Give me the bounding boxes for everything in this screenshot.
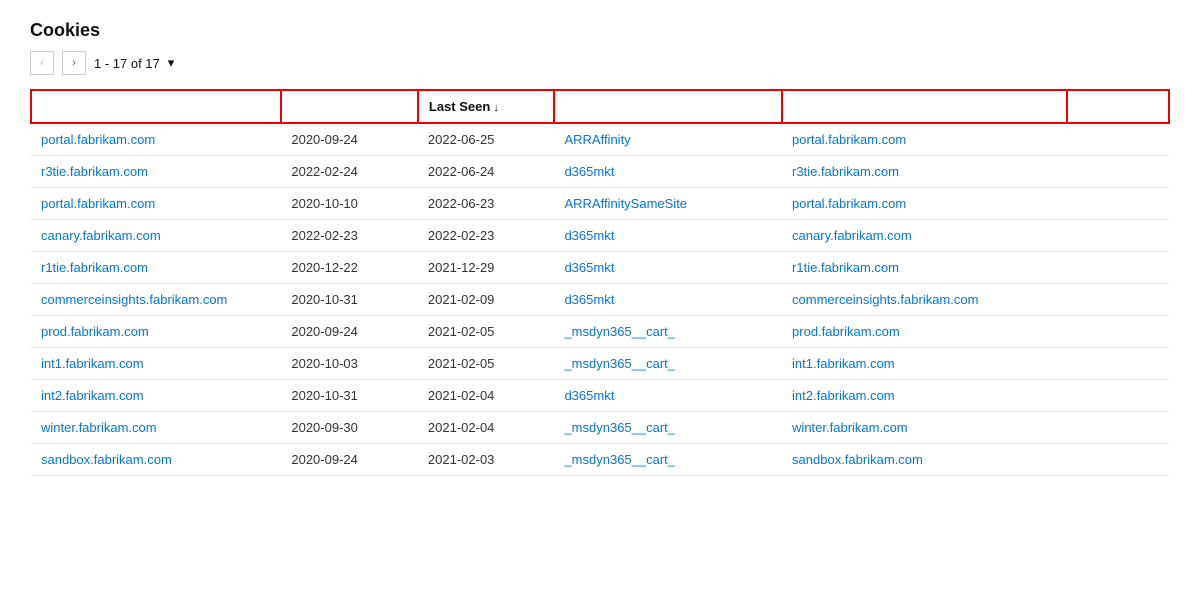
col-header-hostname[interactable] [31, 90, 281, 123]
next-page-button[interactable]: › [62, 51, 86, 75]
cell-name[interactable]: d365mkt [554, 252, 782, 284]
cell-name[interactable]: _msdyn365__cart_ [554, 444, 782, 476]
cell-hostname[interactable]: canary.fabrikam.com [31, 220, 281, 252]
cell-tags [1067, 412, 1169, 444]
cell-tags [1067, 380, 1169, 412]
table-row: sandbox.fabrikam.com2020-09-242021-02-03… [31, 444, 1169, 476]
cell-tags [1067, 123, 1169, 156]
cell-last-seen: 2021-02-04 [418, 412, 555, 444]
prev-page-button[interactable]: ‹ [30, 51, 54, 75]
cell-tags [1067, 284, 1169, 316]
cell-last-seen: 2022-06-24 [418, 156, 555, 188]
cell-first-seen: 2020-09-24 [281, 123, 418, 156]
cell-hostname[interactable]: winter.fabrikam.com [31, 412, 281, 444]
cell-domain[interactable]: commerceinsights.fabrikam.com [782, 284, 1067, 316]
cell-domain[interactable]: sandbox.fabrikam.com [782, 444, 1067, 476]
cell-first-seen: 2022-02-23 [281, 220, 418, 252]
cell-name[interactable]: ARRAffinitySameSite [554, 188, 782, 220]
cell-tags [1067, 188, 1169, 220]
cell-domain[interactable]: r3tie.fabrikam.com [782, 156, 1067, 188]
table-row: portal.fabrikam.com2020-09-242022-06-25A… [31, 123, 1169, 156]
cell-hostname[interactable]: prod.fabrikam.com [31, 316, 281, 348]
cell-last-seen: 2021-02-05 [418, 348, 555, 380]
cell-last-seen: 2022-02-23 [418, 220, 555, 252]
pagination-dropdown[interactable]: ▾ [168, 55, 175, 71]
cell-tags [1067, 316, 1169, 348]
cell-last-seen: 2021-02-05 [418, 316, 555, 348]
cell-hostname[interactable]: int2.fabrikam.com [31, 380, 281, 412]
cell-last-seen: 2021-02-09 [418, 284, 555, 316]
cell-domain[interactable]: portal.fabrikam.com [782, 123, 1067, 156]
cell-name[interactable]: ARRAffinity [554, 123, 782, 156]
cell-domain[interactable]: canary.fabrikam.com [782, 220, 1067, 252]
cell-hostname[interactable]: portal.fabrikam.com [31, 123, 281, 156]
cell-domain[interactable]: int2.fabrikam.com [782, 380, 1067, 412]
table-row: winter.fabrikam.com2020-09-302021-02-04_… [31, 412, 1169, 444]
cell-first-seen: 2020-09-24 [281, 444, 418, 476]
cell-last-seen: 2021-12-29 [418, 252, 555, 284]
cell-domain[interactable]: prod.fabrikam.com [782, 316, 1067, 348]
cell-name[interactable]: d365mkt [554, 380, 782, 412]
cell-tags [1067, 252, 1169, 284]
pagination-count: 1 - 17 of 17 [94, 56, 160, 71]
cell-last-seen: 2021-02-04 [418, 380, 555, 412]
col-header-name[interactable] [554, 90, 782, 123]
table-row: canary.fabrikam.com2022-02-232022-02-23d… [31, 220, 1169, 252]
cell-first-seen: 2020-09-30 [281, 412, 418, 444]
cell-hostname[interactable]: r1tie.fabrikam.com [31, 252, 281, 284]
cell-hostname[interactable]: commerceinsights.fabrikam.com [31, 284, 281, 316]
cell-first-seen: 2022-02-24 [281, 156, 418, 188]
cell-name[interactable]: _msdyn365__cart_ [554, 412, 782, 444]
cell-domain[interactable]: int1.fabrikam.com [782, 348, 1067, 380]
cell-domain[interactable]: r1tie.fabrikam.com [782, 252, 1067, 284]
table-header-row: Last Seen↓ [31, 90, 1169, 123]
cell-first-seen: 2020-10-03 [281, 348, 418, 380]
pagination-bar: ‹ › 1 - 17 of 17 ▾ [30, 51, 1170, 75]
cell-first-seen: 2020-09-24 [281, 316, 418, 348]
sort-icon-last-seen: ↓ [493, 102, 499, 114]
cell-domain[interactable]: portal.fabrikam.com [782, 188, 1067, 220]
cell-first-seen: 2020-10-10 [281, 188, 418, 220]
cell-last-seen: 2022-06-25 [418, 123, 555, 156]
cell-name[interactable]: _msdyn365__cart_ [554, 316, 782, 348]
cell-first-seen: 2020-10-31 [281, 284, 418, 316]
cell-hostname[interactable]: portal.fabrikam.com [31, 188, 281, 220]
col-header-tags[interactable] [1067, 90, 1169, 123]
cell-tags [1067, 444, 1169, 476]
cell-first-seen: 2020-12-22 [281, 252, 418, 284]
cell-last-seen: 2021-02-03 [418, 444, 555, 476]
table-row: r3tie.fabrikam.com2022-02-242022-06-24d3… [31, 156, 1169, 188]
cell-tags [1067, 348, 1169, 380]
table-row: r1tie.fabrikam.com2020-12-222021-12-29d3… [31, 252, 1169, 284]
cookies-table: Last Seen↓ portal.fabrikam.com2020-09-24… [30, 89, 1170, 476]
cell-last-seen: 2022-06-23 [418, 188, 555, 220]
cell-name[interactable]: d365mkt [554, 156, 782, 188]
cell-name[interactable]: d365mkt [554, 284, 782, 316]
table-row: prod.fabrikam.com2020-09-242021-02-05_ms… [31, 316, 1169, 348]
cell-name[interactable]: _msdyn365__cart_ [554, 348, 782, 380]
cell-hostname[interactable]: sandbox.fabrikam.com [31, 444, 281, 476]
col-header-domain[interactable] [782, 90, 1067, 123]
cell-hostname[interactable]: r3tie.fabrikam.com [31, 156, 281, 188]
cell-name[interactable]: d365mkt [554, 220, 782, 252]
table-row: commerceinsights.fabrikam.com2020-10-312… [31, 284, 1169, 316]
col-header-first-seen[interactable] [281, 90, 418, 123]
cell-tags [1067, 220, 1169, 252]
page-title: Cookies [30, 20, 1170, 41]
cell-hostname[interactable]: int1.fabrikam.com [31, 348, 281, 380]
cell-domain[interactable]: winter.fabrikam.com [782, 412, 1067, 444]
col-header-last-seen[interactable]: Last Seen↓ [418, 90, 555, 123]
table-row: int2.fabrikam.com2020-10-312021-02-04d36… [31, 380, 1169, 412]
cell-first-seen: 2020-10-31 [281, 380, 418, 412]
table-row: int1.fabrikam.com2020-10-032021-02-05_ms… [31, 348, 1169, 380]
cell-tags [1067, 156, 1169, 188]
table-row: portal.fabrikam.com2020-10-102022-06-23A… [31, 188, 1169, 220]
